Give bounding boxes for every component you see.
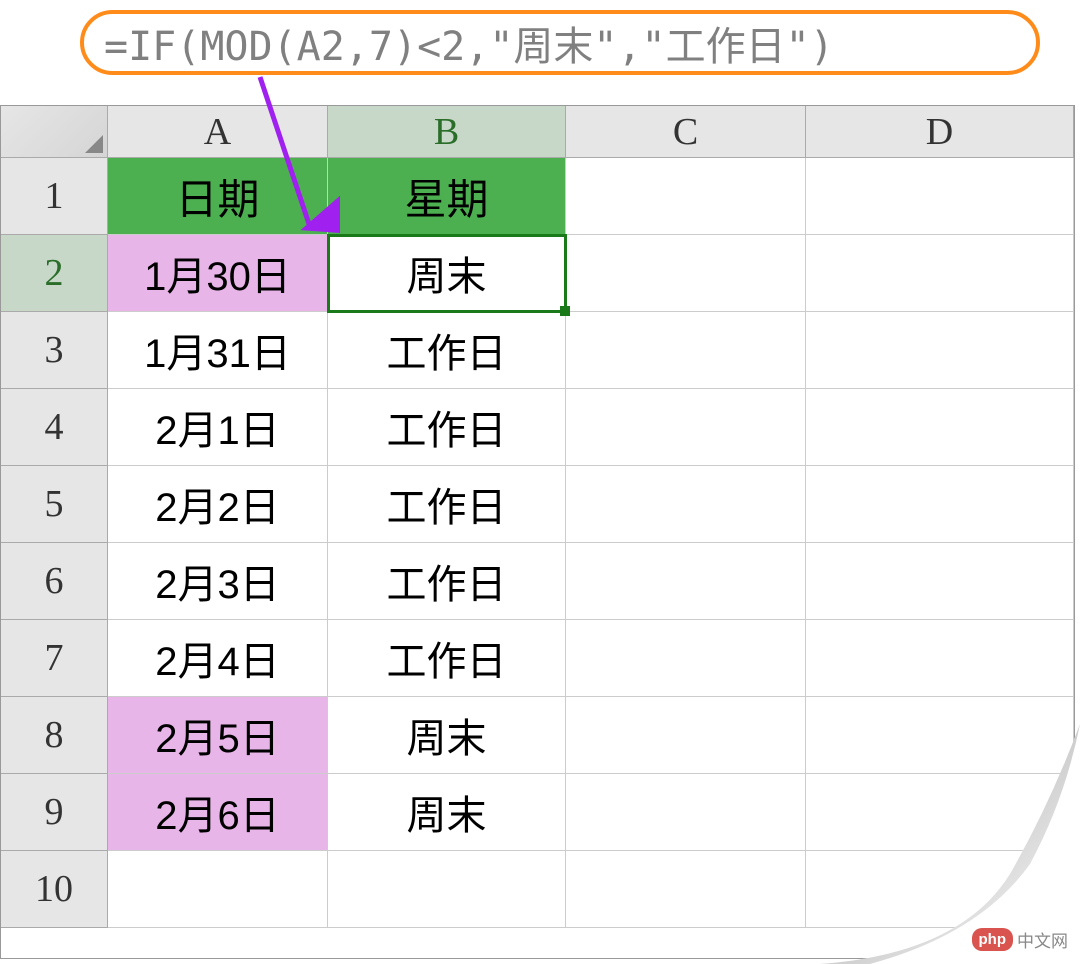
table-row: 1日期星期 <box>1 158 1074 235</box>
cell-D9[interactable] <box>806 774 1074 851</box>
cell-D7[interactable] <box>806 620 1074 697</box>
cell-D3[interactable] <box>806 312 1074 389</box>
cell-C7[interactable] <box>566 620 806 697</box>
row-header-4[interactable]: 4 <box>1 389 108 466</box>
cell-A5[interactable]: 2月2日 <box>108 466 328 543</box>
cell-D10[interactable] <box>806 851 1074 928</box>
table-row: 82月5日周末 <box>1 697 1074 774</box>
cell-D8[interactable] <box>806 697 1074 774</box>
cell-C1[interactable] <box>566 158 806 235</box>
cell-C9[interactable] <box>566 774 806 851</box>
row-header-6[interactable]: 6 <box>1 543 108 620</box>
cell-A9[interactable]: 2月6日 <box>108 774 328 851</box>
row-header-8[interactable]: 8 <box>1 697 108 774</box>
cell-C8[interactable] <box>566 697 806 774</box>
cell-A3[interactable]: 1月31日 <box>108 312 328 389</box>
row-header-3[interactable]: 3 <box>1 312 108 389</box>
cell-A1[interactable]: 日期 <box>108 158 328 235</box>
cell-B2[interactable]: 周末 <box>328 235 566 312</box>
cell-B9[interactable]: 周末 <box>328 774 566 851</box>
row-header-1[interactable]: 1 <box>1 158 108 235</box>
cell-C10[interactable] <box>566 851 806 928</box>
row-header-9[interactable]: 9 <box>1 774 108 851</box>
formula-text: =IF(MOD(A2,7)<2,"周末","工作日") <box>104 14 834 72</box>
formula-bar[interactable]: =IF(MOD(A2,7)<2,"周末","工作日") <box>80 10 1040 75</box>
col-header-A[interactable]: A <box>108 106 328 158</box>
table-row: 21月30日周末 <box>1 235 1074 312</box>
row-header-5[interactable]: 5 <box>1 466 108 543</box>
cell-D2[interactable] <box>806 235 1074 312</box>
cell-D1[interactable] <box>806 158 1074 235</box>
watermark-text: 中文网 <box>1017 927 1068 952</box>
cell-A4[interactable]: 2月1日 <box>108 389 328 466</box>
cell-A8[interactable]: 2月5日 <box>108 697 328 774</box>
column-header-row: A B C D <box>1 106 1074 158</box>
cell-B6[interactable]: 工作日 <box>328 543 566 620</box>
cell-C6[interactable] <box>566 543 806 620</box>
table-row: 52月2日工作日 <box>1 466 1074 543</box>
spreadsheet-grid: A B C D 1日期星期21月30日周末31月31日工作日42月1日工作日52… <box>0 105 1075 959</box>
col-header-D[interactable]: D <box>806 106 1074 158</box>
row-header-7[interactable]: 7 <box>1 620 108 697</box>
table-row: 42月1日工作日 <box>1 389 1074 466</box>
table-row: 72月4日工作日 <box>1 620 1074 697</box>
col-header-B[interactable]: B <box>328 106 566 158</box>
cell-A6[interactable]: 2月3日 <box>108 543 328 620</box>
table-row: 10 <box>1 851 1074 928</box>
rows-container: 1日期星期21月30日周末31月31日工作日42月1日工作日52月2日工作日62… <box>1 158 1074 928</box>
cell-D5[interactable] <box>806 466 1074 543</box>
cell-C2[interactable] <box>566 235 806 312</box>
cell-B5[interactable]: 工作日 <box>328 466 566 543</box>
cell-D6[interactable] <box>806 543 1074 620</box>
cell-B4[interactable]: 工作日 <box>328 389 566 466</box>
watermark-badge: php <box>972 928 1014 951</box>
cell-B8[interactable]: 周末 <box>328 697 566 774</box>
cell-B3[interactable]: 工作日 <box>328 312 566 389</box>
cell-A7[interactable]: 2月4日 <box>108 620 328 697</box>
cell-B1[interactable]: 星期 <box>328 158 566 235</box>
cell-A2[interactable]: 1月30日 <box>108 235 328 312</box>
table-row: 62月3日工作日 <box>1 543 1074 620</box>
cell-C3[interactable] <box>566 312 806 389</box>
cell-D4[interactable] <box>806 389 1074 466</box>
table-row: 92月6日周末 <box>1 774 1074 851</box>
cell-B7[interactable]: 工作日 <box>328 620 566 697</box>
table-row: 31月31日工作日 <box>1 312 1074 389</box>
cell-C5[interactable] <box>566 466 806 543</box>
row-header-10[interactable]: 10 <box>1 851 108 928</box>
cell-C4[interactable] <box>566 389 806 466</box>
row-header-2[interactable]: 2 <box>1 235 108 312</box>
cell-A10[interactable] <box>108 851 328 928</box>
col-header-C[interactable]: C <box>566 106 806 158</box>
cell-B10[interactable] <box>328 851 566 928</box>
select-all-corner[interactable] <box>1 106 108 158</box>
watermark: php 中文网 <box>972 927 1069 952</box>
